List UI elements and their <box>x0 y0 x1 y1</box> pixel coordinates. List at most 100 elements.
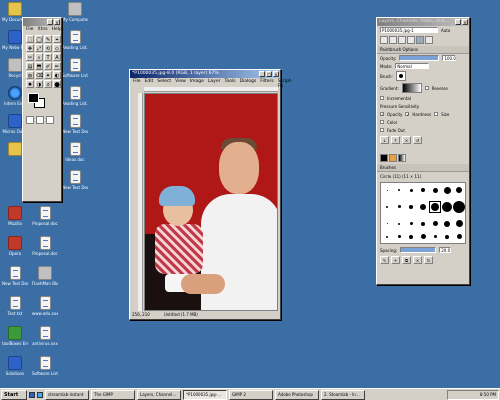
brush-cell[interactable] <box>456 187 462 194</box>
tool-button[interactable]: ✐ <box>44 62 52 70</box>
brush-cell[interactable] <box>398 222 400 225</box>
opacity-checkbox[interactable] <box>380 112 384 116</box>
tool-button[interactable]: ⌫ <box>35 71 43 79</box>
dock-titlebar[interactable]: Layers, Channels, Paths, Und... _ × <box>377 18 469 26</box>
minimize-button[interactable]: _ <box>455 19 461 25</box>
gradient-tab-icon[interactable] <box>398 154 406 162</box>
tool-button[interactable]: ✦ <box>44 71 52 79</box>
brush-cell[interactable] <box>409 188 413 192</box>
brush-cell[interactable] <box>409 222 413 226</box>
color-selector[interactable] <box>26 93 58 113</box>
desktop-icon[interactable]: Opera <box>2 236 28 256</box>
toolbox-titlebar[interactable]: _ × <box>23 18 61 26</box>
tool-button[interactable]: ☌ <box>44 80 52 88</box>
menu-dialogs[interactable]: Dialogs <box>240 79 257 84</box>
desktop-icon[interactable]: Reading List.doc <box>62 30 88 50</box>
brush-cell[interactable] <box>386 189 388 191</box>
tool-button[interactable]: A <box>53 53 61 61</box>
auto-button[interactable]: Auto <box>441 28 450 33</box>
menu-layer[interactable]: Layer <box>208 79 221 84</box>
tool-button[interactable]: ✂ <box>26 53 34 61</box>
desktop-icon[interactable]: Software List.xxx <box>32 356 58 376</box>
tool-button[interactable]: ▤ <box>26 62 34 70</box>
desktop-icon[interactable]: Software List.doc <box>62 58 88 78</box>
desktop-icon[interactable]: My Computer <box>62 2 88 22</box>
foreground-color-swatch[interactable] <box>28 93 39 103</box>
layers-dock-window[interactable]: Layers, Channels, Paths, Und... _ × P100… <box>376 17 470 285</box>
brush-cell[interactable] <box>386 205 388 208</box>
image-canvas[interactable] <box>144 93 278 311</box>
menu-xtns[interactable]: Xtns <box>38 27 48 32</box>
restore-options-button[interactable]: ↑ <box>391 136 400 144</box>
edit-brush-button[interactable]: ✎ <box>380 256 389 264</box>
image-titlebar[interactable]: *P1000035.jpg-8.0 (RGB, 1 layer) 67% _ □… <box>130 70 280 78</box>
menu-file[interactable]: File <box>26 27 34 32</box>
reset-options-button[interactable]: ↺ <box>413 136 422 144</box>
menu-filters[interactable]: Filters <box>260 79 274 84</box>
quicklaunch-desktop-icon[interactable] <box>29 391 35 398</box>
tool-button[interactable]: ◑ <box>35 80 43 88</box>
gimp-toolbox-window[interactable]: _ × File Xtns Help ⬚ ◯ ✎ ⌖ ✥ ⤢ ⟲ ◇ ✂ ⌕ T A ▤ ⬒ ✐ ✏ ◍ ⌫ ✦ ◐ ✸… <box>22 17 62 202</box>
incremental-checkbox[interactable] <box>380 96 384 100</box>
brush-cell[interactable] <box>386 223 388 225</box>
desktop-icon[interactable]: toolBoxes Emmy-Te... <box>2 326 28 346</box>
menu-scriptfu[interactable]: Script-Fu <box>278 79 293 89</box>
desktop-icon[interactable]: Solutions <box>2 356 28 376</box>
delete-brush-button[interactable]: × <box>413 256 422 264</box>
tab-channels-icon[interactable] <box>389 36 397 44</box>
pattern-tab-icon[interactable] <box>389 154 397 162</box>
desktop-icon[interactable]: www.edu.xxx <box>32 296 58 316</box>
taskbar-button[interactable]: *P1000035.jpg-... <box>183 389 227 400</box>
delete-options-button[interactable]: × <box>402 136 411 144</box>
start-button[interactable]: Start <box>1 389 27 400</box>
desktop-icon[interactable]: New Text Docum... <box>62 170 88 190</box>
brush-cell[interactable] <box>386 235 388 238</box>
desktop-icon[interactable]: New Text Docum... <box>62 114 88 134</box>
brush-cell[interactable] <box>432 221 438 227</box>
tab-undo-icon[interactable] <box>407 36 415 44</box>
size-checkbox[interactable] <box>434 112 439 116</box>
fade-checkbox[interactable] <box>380 128 384 132</box>
brush-cell[interactable] <box>455 220 463 228</box>
menu-tools[interactable]: Tools <box>224 79 235 84</box>
tool-button[interactable]: ⟲ <box>44 44 52 52</box>
close-button[interactable]: × <box>462 19 468 25</box>
brush-cell[interactable] <box>421 221 425 226</box>
spacing-slider[interactable] <box>400 247 437 253</box>
tool-button[interactable]: ✎ <box>44 35 52 43</box>
tool-button[interactable]: ✥ <box>26 44 34 52</box>
minimize-button[interactable]: _ <box>47 19 53 25</box>
menu-select[interactable]: Select <box>157 79 171 84</box>
brush-cell[interactable] <box>443 186 451 194</box>
tool-button[interactable]: ⬒ <box>35 62 43 70</box>
tool-button[interactable]: T <box>44 53 52 61</box>
close-button[interactable]: × <box>273 71 279 77</box>
tab-brushes-icon[interactable] <box>425 36 433 44</box>
menu-view[interactable]: View <box>175 79 186 84</box>
image-window[interactable]: *P1000035.jpg-8.0 (RGB, 1 layer) 67% _ □… <box>129 69 292 320</box>
desktop-icon[interactable]: New Text Document.txt <box>2 266 28 286</box>
tool-button[interactable]: ✸ <box>26 80 34 88</box>
brush-cell[interactable] <box>398 189 400 192</box>
tool-button[interactable]: ⬚ <box>26 35 34 43</box>
tool-button[interactable]: ✏ <box>53 62 61 70</box>
gradient-button[interactable] <box>401 83 422 93</box>
tool-button[interactable]: ◐ <box>53 71 61 79</box>
brush-cell[interactable] <box>432 187 438 193</box>
brush-cell[interactable] <box>444 220 450 227</box>
taskbar-button[interactable]: The GIMP <box>91 389 135 400</box>
tool-button[interactable]: ⬤ <box>53 80 61 88</box>
brush-cell[interactable] <box>409 234 413 239</box>
desktop-icon[interactable]: antivirus.xxx <box>32 326 58 346</box>
desktop-icon[interactable]: FlashMan BluePrnt <box>32 266 58 286</box>
tool-button[interactable]: ◇ <box>53 44 61 52</box>
brush-cell[interactable] <box>397 205 401 209</box>
taskbar-button[interactable]: Adobe Photoshop <box>275 389 319 400</box>
brush-preview[interactable] <box>26 116 34 124</box>
brush-cell[interactable] <box>429 200 441 213</box>
pattern-preview[interactable] <box>36 116 44 124</box>
menu-help[interactable]: Help <box>52 27 62 32</box>
tool-button[interactable]: ⌕ <box>35 53 43 61</box>
brush-cell[interactable] <box>445 234 449 239</box>
maximize-button[interactable]: □ <box>266 71 272 77</box>
